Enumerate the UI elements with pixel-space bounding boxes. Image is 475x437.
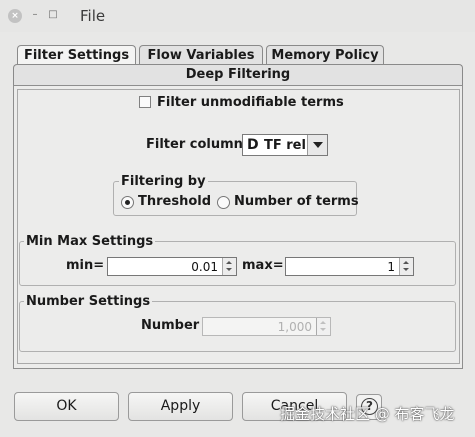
tab-memory-policy[interactable]: Memory Policy [266,45,384,66]
filtering-by-title: Filtering by [119,174,208,189]
max-spinner[interactable]: 1 [285,257,414,276]
number-spinner-arrows[interactable] [316,318,330,335]
max-value: 1 [387,260,395,274]
chevron-down-icon[interactable] [307,135,327,155]
tab-flow-variables[interactable]: Flow Variables [139,45,263,66]
min-spinner[interactable]: 0.01 [107,257,237,276]
apply-button[interactable]: Apply [128,392,233,421]
double-column-type-icon: D [247,137,259,153]
filter-unmodifiable-checkbox[interactable] [139,96,151,108]
min-spinner-arrows[interactable] [222,258,236,275]
threshold-radio[interactable] [121,196,134,209]
minimize-window-icon[interactable]: – [28,8,42,22]
min-label: min= [66,258,105,273]
filter-unmodifiable-label: Filter unmodifiable terms [157,95,344,110]
max-label: max= [242,258,284,273]
filter-column-select[interactable]: D TF rel [242,134,328,156]
tab-filter-settings[interactable]: Filter Settings [17,45,136,66]
number-value: 1,000 [277,320,312,334]
threshold-label: Threshold [138,194,212,209]
min-value: 0.01 [191,260,218,274]
number-of-terms-radio[interactable] [217,196,230,209]
tab-deep-filtering[interactable]: Deep Filtering [13,64,463,85]
min-max-settings-title: Min Max Settings [24,234,156,249]
ok-button[interactable]: OK [14,392,119,421]
title-bar: × – □ File [0,0,475,32]
close-window-icon[interactable]: × [8,9,22,23]
filter-column-label: Filter column [146,137,243,152]
number-settings-title: Number Settings [24,294,153,309]
number-of-terms-label: Number of terms [234,194,359,209]
filter-column-value: TF rel [264,138,306,153]
number-label: Number [141,318,200,333]
number-spinner[interactable]: 1,000 [202,317,331,336]
watermark: 掘金技术社区 @ 布客飞龙 [280,405,455,423]
max-spinner-arrows[interactable] [399,258,413,275]
maximize-window-icon[interactable]: □ [46,8,60,22]
window-title: File [80,7,106,25]
